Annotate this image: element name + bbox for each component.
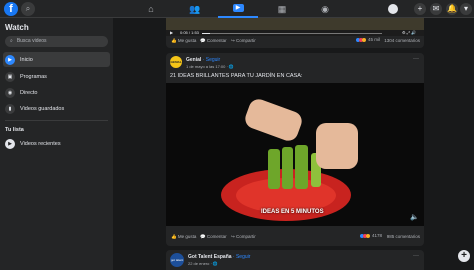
video-time: 0:05 / 1:53	[180, 30, 199, 35]
follow-link[interactable]: · Seguir	[232, 254, 251, 260]
bookmark-icon: ▮	[5, 103, 15, 114]
hand-illustration	[242, 96, 305, 144]
video-post: ▶ 0:05 / 1:53 ⚙ ⤢ 🔊 👍 Me gusta 💬 Comenta…	[166, 18, 424, 48]
video-player[interactable]	[166, 18, 424, 30]
post-author[interactable]: Genial · Seguir	[186, 57, 220, 63]
sidebar-divider	[5, 120, 108, 121]
top-navigation-bar: f ⌕ ⌂ 👥 ▶ ▦ ◉ + ✉ 🔔 ▾	[0, 0, 474, 18]
like-button[interactable]: 👍 Me gusta	[171, 38, 196, 44]
post-actions: 👍 Me gusta 💬 Comentar ↪ Compartir 45 mil…	[166, 36, 424, 46]
video-post: GENIAL Genial · Seguir 1 de mayo a las 1…	[166, 53, 424, 246]
sidebar-item-label: Programas	[20, 73, 47, 80]
comment-button[interactable]: 💬 Comentar	[200, 38, 227, 44]
new-message-button[interactable]: +	[458, 250, 470, 262]
reaction-summary[interactable]: 45 mil	[356, 37, 380, 42]
comments-count[interactable]: 985 comentarios	[387, 234, 420, 239]
facebook-logo[interactable]: f	[4, 2, 18, 16]
video-post: got talent Got Talent España · Seguir 22…	[166, 250, 424, 270]
sidebar-item-label: Inicio	[20, 56, 33, 63]
recent-videos-icon: ▶	[5, 138, 15, 149]
settings-icon[interactable]: ⚙ ⤢ 🔊	[402, 30, 416, 35]
watch-icon: ▶	[232, 4, 244, 12]
notifications-icon[interactable]: 🔔	[446, 3, 458, 15]
search-videos-input[interactable]: ⌕ Busca videos	[5, 36, 108, 47]
comment-button[interactable]: 💬 Comentar	[200, 234, 227, 240]
messenger-icon[interactable]: ✉	[430, 3, 442, 15]
pepper-slice	[268, 149, 280, 189]
account-menu-icon[interactable]: ▾	[460, 3, 472, 15]
home-icon[interactable]: ⌂	[131, 0, 171, 18]
marketplace-icon[interactable]: ▦	[262, 0, 302, 18]
follow-link[interactable]: · Seguir	[201, 57, 221, 63]
sidebar-item-programas[interactable]: ▣ Programas	[3, 69, 110, 84]
avatar[interactable]: GENIAL	[170, 56, 182, 68]
post-text: 21 IDEAS BRILLANTES PARA TU JARDÍN EN CA…	[170, 73, 303, 79]
search-icon: ⌕	[10, 38, 13, 44]
friends-icon[interactable]: 👥	[175, 0, 215, 18]
like-button[interactable]: 👍 Me gusta	[171, 234, 196, 240]
more-options-icon[interactable]: ···	[413, 56, 419, 62]
share-button[interactable]: ↪ Compartir	[231, 38, 256, 44]
live-icon: ◉	[5, 87, 15, 98]
groups-icon[interactable]: ◉	[305, 0, 345, 18]
volume-icon[interactable]: 🔈	[410, 213, 419, 221]
page-title: Watch	[5, 23, 29, 32]
more-options-icon[interactable]: ···	[413, 253, 419, 259]
search-placeholder: Busca videos	[16, 38, 47, 44]
post-actions: 👍 Me gusta 💬 Comentar ↪ Compartir 4178 9…	[166, 232, 424, 242]
video-feed: ▶ 0:05 / 1:53 ⚙ ⤢ 🔊 👍 Me gusta 💬 Comenta…	[166, 18, 424, 270]
play-icon[interactable]: ▶	[170, 30, 173, 35]
video-caption: IDEAS EN 5 MINUTOS	[261, 209, 324, 215]
sidebar-item-label: Directo	[20, 89, 38, 96]
watch-sidebar: Watch ⌕ Busca videos ▶ Inicio ▣ Programas…	[0, 18, 113, 270]
share-button[interactable]: ↪ Compartir	[231, 234, 256, 240]
watch-tab[interactable]: ▶	[218, 0, 258, 18]
comments-count[interactable]: 1304 comentarios	[384, 38, 420, 43]
shows-icon: ▣	[5, 71, 15, 82]
sidebar-item-videos-guardados[interactable]: ▮ Videos guardados	[3, 101, 110, 116]
sidebar-item-inicio[interactable]: ▶ Inicio	[3, 52, 110, 67]
hand-illustration	[316, 123, 358, 169]
play-icon: ▶	[5, 54, 15, 65]
pepper-slice	[295, 145, 308, 189]
post-timestamp[interactable]: 22 de enero · 🌐	[188, 261, 218, 266]
reaction-summary[interactable]: 4178	[360, 233, 382, 238]
avatar[interactable]: got talent	[170, 253, 184, 267]
profile-avatar[interactable]	[388, 4, 398, 14]
sidebar-item-label: Videos guardados	[20, 105, 65, 112]
sidebar-item-directo[interactable]: ◉ Directo	[3, 85, 110, 100]
create-icon[interactable]: +	[414, 3, 426, 15]
sidebar-item-videos-recientes[interactable]: ▶ Videos recientes	[3, 136, 110, 151]
post-author[interactable]: Got Talent España · Seguir	[188, 254, 250, 260]
your-list-heading: Tu lista	[5, 127, 24, 133]
search-icon[interactable]: ⌕	[21, 2, 35, 16]
pepper-slice	[282, 147, 293, 189]
post-timestamp[interactable]: 1 de mayo a las 17:00 · 🌐	[186, 64, 234, 69]
sidebar-item-label: Videos recientes	[20, 140, 61, 147]
video-player[interactable]: IDEAS EN 5 MINUTOS 🔈	[166, 83, 424, 226]
video-progress-bar[interactable]	[202, 32, 382, 34]
